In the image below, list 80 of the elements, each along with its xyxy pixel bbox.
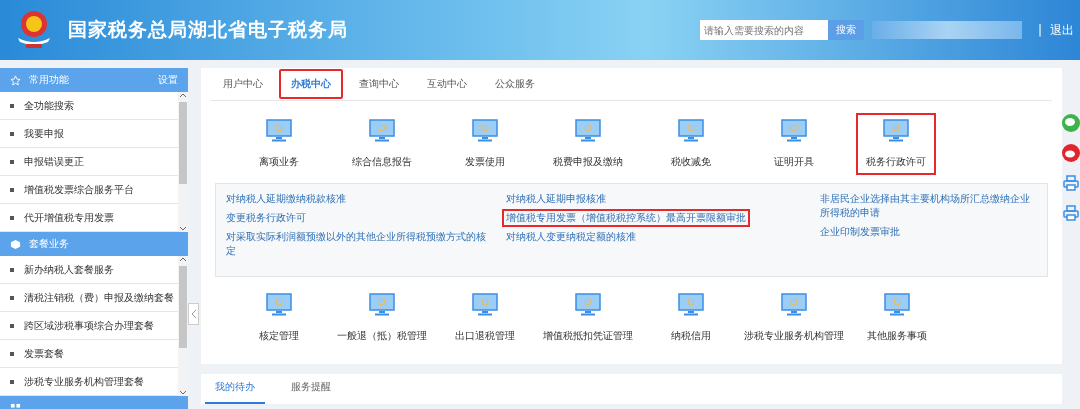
service-link[interactable]: 对采取实际利润额预缴以外的其他企业所得税预缴方式的核定 <box>222 228 498 260</box>
service-link[interactable]: 对纳税人延期缴纳税款核准 <box>222 190 350 208</box>
bullet-icon <box>10 187 14 192</box>
scrollbar[interactable] <box>178 92 188 232</box>
service-link[interactable]: 对纳税人变更纳税定额的核准 <box>502 228 640 246</box>
service-tile[interactable]: 综合信息报告 <box>330 113 433 175</box>
sidebar-item[interactable]: 新办纳税人套餐服务 <box>24 262 114 277</box>
monitor-icon <box>883 119 909 143</box>
tab[interactable]: 用户中心 <box>211 69 275 99</box>
monitor-icon <box>368 119 395 143</box>
collapse-button[interactable] <box>188 302 199 325</box>
printer-icon[interactable] <box>1062 204 1080 222</box>
chevron-down-icon[interactable] <box>179 224 187 232</box>
monitor-icon <box>883 293 910 317</box>
monitor-icon <box>574 293 601 317</box>
monitor-icon <box>368 293 395 317</box>
sidebar-item[interactable]: 发票套餐 <box>24 346 64 361</box>
chevron-up-icon[interactable] <box>179 256 187 264</box>
monitor-icon <box>265 119 292 143</box>
bullet-icon <box>10 215 14 220</box>
bullet-icon <box>10 267 14 272</box>
bullet-icon <box>10 323 14 328</box>
star-icon <box>10 74 21 86</box>
monitor-icon <box>780 293 807 317</box>
service-tile[interactable]: 发票使用 <box>433 113 536 175</box>
site-title: 国家税务总局湖北省电子税务局 <box>68 17 348 42</box>
service-tile[interactable]: 证明开具 <box>742 113 845 175</box>
sidebar-item[interactable]: 跨区域涉税事项综合办理套餐 <box>24 318 154 333</box>
sidebar-item[interactable]: 我要申报 <box>24 126 64 141</box>
monitor-icon <box>265 293 292 317</box>
service-tile[interactable]: 涉税专业服务机构管理 <box>742 287 845 349</box>
sidebar-item[interactable]: 代开增值税专用发票 <box>24 210 114 225</box>
monitor-icon <box>677 293 704 317</box>
bullet-icon <box>10 295 14 300</box>
chevron-up-icon[interactable] <box>179 92 187 100</box>
service-tile[interactable]: 纳税信用 <box>639 287 742 349</box>
bullet-icon <box>10 351 14 356</box>
monitor-icon <box>780 119 807 143</box>
service-link[interactable]: 增值税专用发票（增值税税控系统）最高开票限额审批 <box>502 209 750 227</box>
sidebar-item[interactable]: 清税注销税（费）申报及缴纳套餐 <box>24 290 174 305</box>
monitor-icon <box>471 119 498 143</box>
service-link[interactable]: 变更税务行政许可 <box>222 209 310 227</box>
service-link[interactable]: 企业印制发票审批 <box>816 223 904 241</box>
service-tile[interactable]: 税费申报及缴纳 <box>536 113 639 175</box>
service-tile[interactable]: 其他服务事项 <box>845 287 948 349</box>
service-tile[interactable]: 核定管理 <box>227 287 330 349</box>
bullet-icon <box>10 103 14 108</box>
chat-icon[interactable] <box>1062 114 1080 132</box>
monitor-icon <box>677 119 704 143</box>
sidebar-item[interactable]: 涉税专业服务机构管理套餐 <box>24 374 144 389</box>
monitor-icon <box>574 119 601 143</box>
service-tile[interactable]: 税收减免 <box>639 113 742 175</box>
service-link[interactable]: 对纳税人延期申报核准 <box>502 190 610 208</box>
logout-link[interactable]: 退出 <box>1050 21 1074 39</box>
service-tile[interactable]: 出口退税管理 <box>433 287 536 349</box>
tab[interactable]: 办税中心 <box>279 69 343 99</box>
chevron-down-icon[interactable] <box>179 388 187 396</box>
tab[interactable]: 我的待办 <box>205 380 265 404</box>
sidebar-item[interactable]: 增值税发票综合服务平台 <box>24 182 134 197</box>
service-tile[interactable]: 一般退（抵）税管理 <box>330 287 433 349</box>
service-link[interactable]: 非居民企业选择由其主要机构场所汇总缴纳企业所得税的申请 <box>816 190 1041 222</box>
bullet-icon <box>10 131 14 136</box>
service-tile[interactable]: 离项业务 <box>227 113 330 175</box>
bullet-icon <box>10 159 14 164</box>
tab[interactable]: 服务提醒 <box>281 380 341 404</box>
bullet-icon <box>10 379 14 384</box>
tab[interactable]: 查询中心 <box>347 69 411 99</box>
monitor-icon <box>471 293 498 317</box>
separator: | <box>1037 23 1042 37</box>
service-tile[interactable]: 税务行政许可 <box>856 113 936 175</box>
service-tile[interactable]: 增值税抵扣凭证管理 <box>536 287 639 349</box>
tab[interactable]: 公众服务 <box>483 69 547 99</box>
search-field[interactable]: 请输入需要搜索的内容 <box>699 20 828 40</box>
printer-icon[interactable] <box>1062 174 1080 192</box>
sidebar-item[interactable]: 申报错误更正 <box>24 154 84 169</box>
chevron-left-icon <box>190 308 197 319</box>
scrollbar[interactable] <box>178 256 188 396</box>
cube-icon <box>10 238 21 250</box>
sidebar-item[interactable]: 全功能搜索 <box>24 98 74 113</box>
tab[interactable]: 互动中心 <box>415 69 479 99</box>
